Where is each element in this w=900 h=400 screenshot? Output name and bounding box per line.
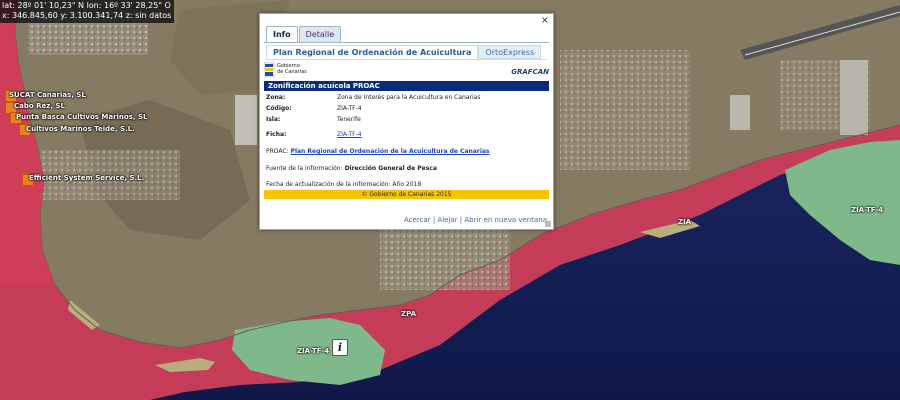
- tab-info[interactable]: Info: [266, 26, 298, 43]
- greenhouse-area: [730, 95, 750, 130]
- zia-label-mid: ZIA: [678, 218, 692, 226]
- farm-label-punta-basca[interactable]: Punta Basca Cultivos Marinos, SL: [16, 113, 147, 121]
- resize-handle[interactable]: [545, 221, 551, 227]
- popup-tabs: Info Detalle: [266, 26, 342, 43]
- coordinate-line-latlon: lat: 28º 01' 10,23" N lon: 16º 33' 28,25…: [2, 1, 171, 10]
- farm-label-efficient-system[interactable]: Efficient System Service, S.L.: [29, 174, 144, 182]
- popup-actions: Acercar | Alejar | Abrir en nueva ventan…: [404, 216, 547, 224]
- fuente-line: Fuente de la información: Dirección Gene…: [266, 165, 437, 172]
- info-popup: × Info Detalle Plan Regional de Ordenaci…: [259, 13, 554, 230]
- subtab-ortoexpress[interactable]: OrtoExpress: [478, 45, 542, 59]
- copyright-bar: © Gobierno de Canarias 2015: [264, 190, 549, 199]
- urban-area: [560, 50, 690, 170]
- popup-subtabs: Plan Regional de Ordenación de Acuicultu…: [266, 45, 547, 60]
- farm-label-sucat[interactable]: SUCAT Canarias, SL: [9, 91, 86, 99]
- farm-label-cabo-rez[interactable]: Cabo Rez, SL: [14, 102, 65, 110]
- attr-value: Zona de Interés para la Acuicultura en C…: [337, 94, 481, 101]
- attr-value: Tenerife: [337, 116, 361, 123]
- proac-label: PROAC:: [266, 148, 289, 155]
- attr-key: Ficha:: [266, 131, 287, 138]
- zia-label-left: ZIA-TF-4: [297, 347, 330, 355]
- gobierno-canarias-text: Gobierno de Canarias: [277, 63, 307, 75]
- proac-link[interactable]: Plan Regional de Ordenación de la Acuicu…: [291, 148, 490, 155]
- zoom-in-link[interactable]: Acercar: [404, 216, 431, 224]
- greenhouse-area: [235, 95, 257, 145]
- fecha-line: Fecha de actualización de la información…: [266, 181, 421, 188]
- popup-logo-band: Gobierno de Canarias GRAFCAN: [264, 61, 549, 80]
- coordinate-line-xyz: x: 346.845,60 y: 3.100.341,74 z: sin dat…: [2, 11, 172, 20]
- separator: |: [432, 216, 436, 224]
- attr-key: Código:: [266, 105, 292, 112]
- urban-area: [380, 230, 510, 290]
- zoom-out-link[interactable]: Alejar: [437, 216, 457, 224]
- coordinate-readout: lat: 28º 01' 10,23" N lon: 16º 33' 28,25…: [0, 0, 175, 23]
- attr-key: Zona:: [266, 94, 286, 101]
- ficha-link[interactable]: ZIA-TF-4: [337, 131, 362, 138]
- tab-divider: [264, 42, 549, 43]
- attr-value-cell: ZIA-TF-4: [337, 131, 362, 138]
- close-icon[interactable]: ×: [541, 15, 549, 26]
- separator: |: [459, 216, 463, 224]
- attr-key: Isla:: [266, 116, 281, 123]
- subtab-plan-regional[interactable]: Plan Regional de Ordenación de Acuicultu…: [266, 45, 479, 59]
- fecha-value: Año 2018: [392, 181, 422, 188]
- attr-value: ZIA-TF-4: [337, 105, 362, 112]
- open-new-window-link[interactable]: Abrir en nueva ventana: [464, 216, 547, 224]
- zpa-label: ZPA: [401, 310, 416, 318]
- tab-detalle[interactable]: Detalle: [298, 26, 342, 43]
- zia-label-right: ZIA-TF-4: [851, 206, 884, 214]
- farm-label-cultivos-teide[interactable]: Cultivos Marinos Teide, S.L.: [26, 125, 135, 133]
- fuente-value: Dirección General de Pesca: [344, 165, 437, 172]
- proac-line: PROAC: Plan Regional de Ordenación de la…: [266, 148, 490, 155]
- fecha-label: Fecha de actualización de la información…: [266, 181, 391, 188]
- grafcan-logo: GRAFCAN: [511, 68, 549, 76]
- info-marker-icon[interactable]: i: [332, 339, 348, 356]
- fuente-label: Fuente de la información:: [266, 165, 343, 172]
- section-title: Zonificación acuícola PROAC: [264, 81, 549, 91]
